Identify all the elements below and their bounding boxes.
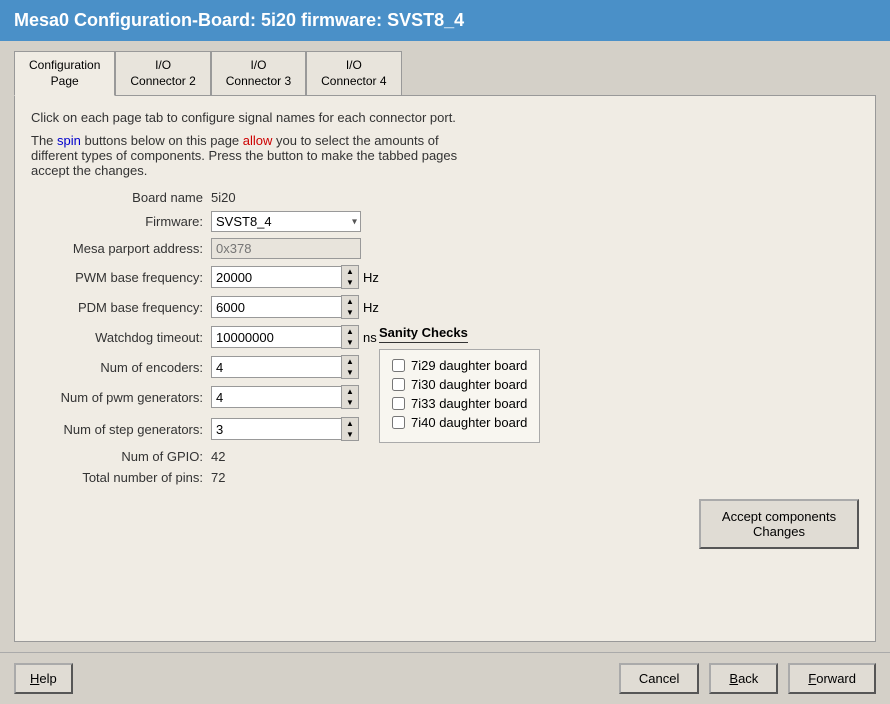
board-name-label: Board name xyxy=(31,190,211,205)
parport-label: Mesa parport address: xyxy=(31,241,211,256)
pwm-base-up[interactable]: ▲ xyxy=(342,266,358,277)
pwm-gen-spin: ▲ ▼ xyxy=(211,385,359,409)
gpio-label: Num of GPIO: xyxy=(31,449,211,464)
pdm-base-unit: Hz xyxy=(363,300,379,315)
back-rest: ack xyxy=(738,671,758,686)
sanity-item-2: 7i33 daughter board xyxy=(392,396,527,411)
encoders-spin: ▲ ▼ xyxy=(211,355,359,379)
footer: Help Cancel Back Forward xyxy=(0,652,890,704)
firmware-select-wrapper: SVST8_4 SVST8_3 SVST8_2 ▾ xyxy=(211,211,361,232)
sanity-label-1: 7i30 daughter board xyxy=(411,377,527,392)
step-gen-input[interactable] xyxy=(211,418,341,440)
pwm-base-row: PWM base frequency: ▲ ▼ Hz xyxy=(31,265,859,289)
help-label-rest: elp xyxy=(39,671,56,686)
step-gen-label: Num of step generators: xyxy=(31,422,211,437)
back-u: B xyxy=(729,671,738,686)
pwm-base-spinbtns: ▲ ▼ xyxy=(341,265,359,289)
sanity-item-0: 7i29 daughter board xyxy=(392,358,527,373)
watchdog-down[interactable]: ▼ xyxy=(342,337,358,348)
main-content: ConfigurationPage I/OConnector 2 I/OConn… xyxy=(0,41,890,652)
sanity-check-3[interactable] xyxy=(392,416,405,429)
title-bar: Mesa0 Configuration-Board: 5i20 firmware… xyxy=(0,0,890,41)
pwm-base-spin: ▲ ▼ Hz xyxy=(211,265,379,289)
pwm-gen-label: Num of pwm generators: xyxy=(31,390,211,405)
parport-input[interactable] xyxy=(211,238,361,259)
pwm-base-down[interactable]: ▼ xyxy=(342,277,358,288)
step-gen-spin: ▲ ▼ xyxy=(211,417,359,441)
watchdog-up[interactable]: ▲ xyxy=(342,326,358,337)
total-pins-row: Total number of pins: 72 xyxy=(31,470,859,485)
info-line1: Click on each page tab to configure sign… xyxy=(31,110,859,125)
pdm-base-down[interactable]: ▼ xyxy=(342,307,358,318)
accept-button[interactable]: Accept componentsChanges xyxy=(699,499,859,549)
pwm-gen-spinbtns: ▲ ▼ xyxy=(341,385,359,409)
pwm-gen-up[interactable]: ▲ xyxy=(342,386,358,397)
sanity-check-1[interactable] xyxy=(392,378,405,391)
board-name-value: 5i20 xyxy=(211,190,236,205)
sanity-item-3: 7i40 daughter board xyxy=(392,415,527,430)
firmware-row: Firmware: SVST8_4 SVST8_3 SVST8_2 ▾ xyxy=(31,211,859,232)
pwm-base-input[interactable] xyxy=(211,266,341,288)
gpio-value: 42 xyxy=(211,449,225,464)
back-button[interactable]: Back xyxy=(709,663,778,694)
firmware-select[interactable]: SVST8_4 SVST8_3 SVST8_2 xyxy=(211,211,361,232)
sanity-label-3: 7i40 daughter board xyxy=(411,415,527,430)
total-pins-label: Total number of pins: xyxy=(31,470,211,485)
tab-io3[interactable]: I/OConnector 3 xyxy=(211,51,306,95)
tab-bar: ConfigurationPage I/OConnector 2 I/OConn… xyxy=(14,51,876,96)
encoders-input[interactable] xyxy=(211,356,341,378)
cancel-label: Cancel xyxy=(639,671,679,686)
help-button[interactable]: Help xyxy=(14,663,73,694)
tab-io2[interactable]: I/OConnector 2 xyxy=(115,51,210,95)
watchdog-unit: ns xyxy=(363,330,377,345)
total-pins-value: 72 xyxy=(211,470,225,485)
window-title: Mesa0 Configuration-Board: 5i20 firmware… xyxy=(14,10,464,30)
parport-row: Mesa parport address: xyxy=(31,238,859,259)
watchdog-spin: ▲ ▼ ns xyxy=(211,325,377,349)
pwm-base-unit: Hz xyxy=(363,270,379,285)
encoders-down[interactable]: ▼ xyxy=(342,367,358,378)
encoders-spinbtns: ▲ ▼ xyxy=(341,355,359,379)
tab-io4[interactable]: I/OConnector 4 xyxy=(306,51,401,95)
tab-config[interactable]: ConfigurationPage xyxy=(14,51,115,96)
forward-rest: orward xyxy=(816,671,856,686)
pdm-base-label: PDM base frequency: xyxy=(31,300,211,315)
sanity-checks-section: Sanity Checks 7i29 daughter board 7i30 d… xyxy=(379,325,540,443)
pdm-base-spin: ▲ ▼ Hz xyxy=(211,295,379,319)
watchdog-input[interactable] xyxy=(211,326,341,348)
pdm-base-spinbtns: ▲ ▼ xyxy=(341,295,359,319)
config-panel: Click on each page tab to configure sign… xyxy=(14,96,876,642)
footer-right: Cancel Back Forward xyxy=(619,663,876,694)
gpio-row: Num of GPIO: 42 xyxy=(31,449,859,464)
pwm-base-label: PWM base frequency: xyxy=(31,270,211,285)
sanity-check-2[interactable] xyxy=(392,397,405,410)
watchdog-label: Watchdog timeout: xyxy=(31,330,211,345)
forward-button[interactable]: Forward xyxy=(788,663,876,694)
form-section: Board name 5i20 Firmware: SVST8_4 SVST8_… xyxy=(31,190,859,549)
sanity-label-0: 7i29 daughter board xyxy=(411,358,527,373)
sanity-group: 7i29 daughter board 7i30 daughter board … xyxy=(379,349,540,443)
pdm-base-row: PDM base frequency: ▲ ▼ Hz xyxy=(31,295,859,319)
step-gen-up[interactable]: ▲ xyxy=(342,418,358,429)
help-label-u: H xyxy=(30,671,39,686)
sanity-item-1: 7i30 daughter board xyxy=(392,377,527,392)
sanity-check-0[interactable] xyxy=(392,359,405,372)
step-gen-spinbtns: ▲ ▼ xyxy=(341,417,359,441)
encoders-up[interactable]: ▲ xyxy=(342,356,358,367)
cancel-button[interactable]: Cancel xyxy=(619,663,699,694)
encoders-label: Num of encoders: xyxy=(31,360,211,375)
pdm-base-input[interactable] xyxy=(211,296,341,318)
pdm-base-up[interactable]: ▲ xyxy=(342,296,358,307)
sanity-label-2: 7i33 daughter board xyxy=(411,396,527,411)
accept-row: Accept componentsChanges xyxy=(31,491,859,549)
info-line2: The spin buttons below on this page allo… xyxy=(31,133,859,178)
board-name-row: Board name 5i20 xyxy=(31,190,859,205)
pwm-gen-input[interactable] xyxy=(211,386,341,408)
sanity-title: Sanity Checks xyxy=(379,325,468,343)
pwm-gen-down[interactable]: ▼ xyxy=(342,397,358,408)
step-gen-row: Num of step generators: ▲ ▼ Sanity Check… xyxy=(31,415,859,443)
step-gen-down[interactable]: ▼ xyxy=(342,429,358,440)
watchdog-spinbtns: ▲ ▼ xyxy=(341,325,359,349)
firmware-label: Firmware: xyxy=(31,214,211,229)
